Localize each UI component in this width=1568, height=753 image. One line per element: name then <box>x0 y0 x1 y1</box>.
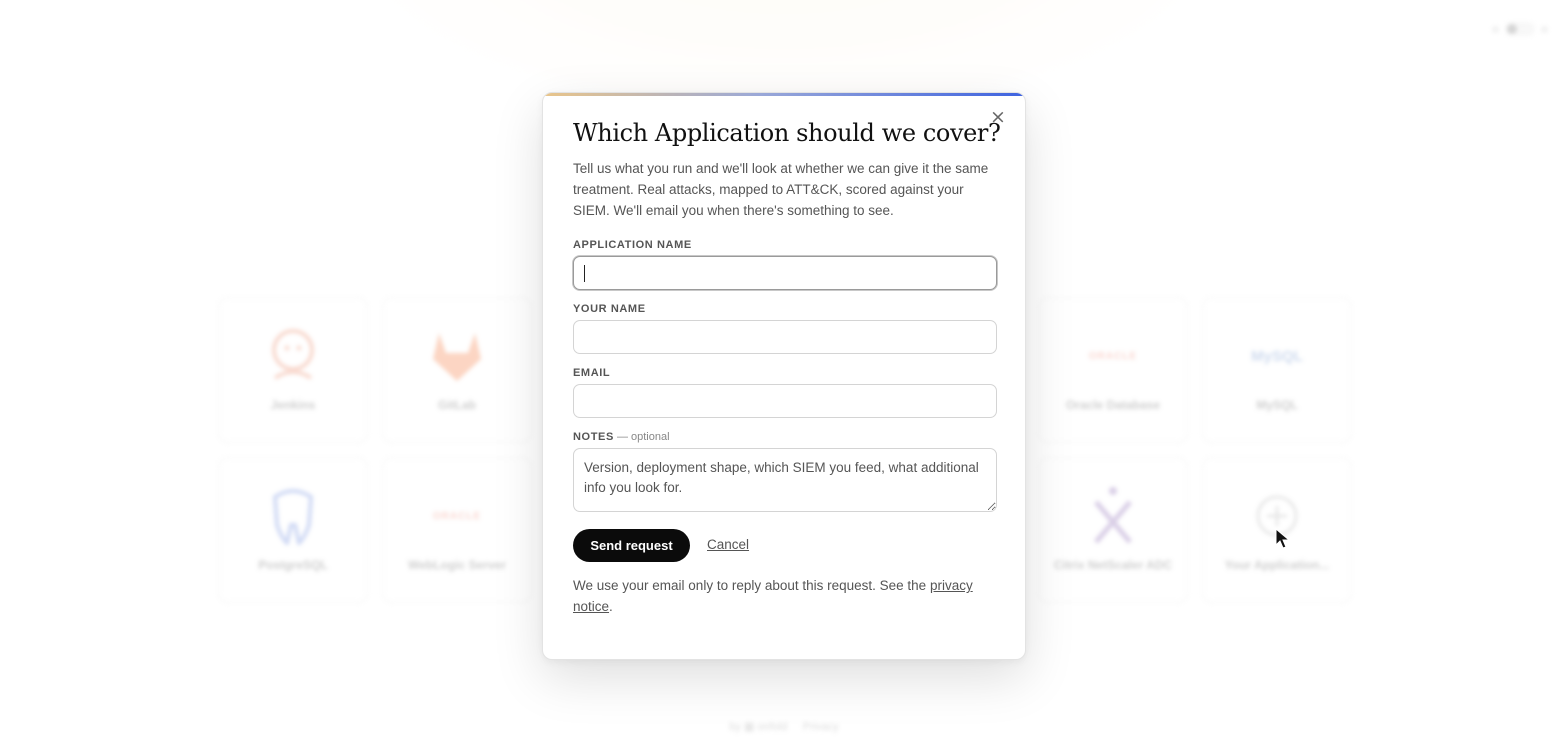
text-caret <box>584 265 585 282</box>
dialog-description: Tell us what you run and we'll look at w… <box>573 161 989 218</box>
email-label: EMAIL <box>573 367 611 379</box>
send-request-button[interactable]: Send request <box>573 529 690 562</box>
app-name-input[interactable] <box>573 256 997 290</box>
notes-textarea[interactable] <box>573 448 997 512</box>
app-name-label: APPLICATION NAME <box>573 239 692 251</box>
optional-hint: — optional <box>613 431 670 443</box>
notes-label-text: NOTES <box>573 431 614 443</box>
request-app-dialog: × Which Application should we cover? Tel… <box>542 92 1026 660</box>
mouse-cursor-icon <box>1275 528 1291 549</box>
privacy-footnote: We use your email only to reply about th… <box>573 578 973 614</box>
cancel-link[interactable]: Cancel <box>707 537 749 552</box>
email-input[interactable] <box>573 384 997 418</box>
your-name-label: YOUR NAME <box>573 303 646 315</box>
dialog-title: Which Application should we cover? <box>573 119 1001 147</box>
modal-accent-bar <box>543 93 1025 96</box>
notes-label: NOTES — optional <box>573 431 670 443</box>
your-name-input[interactable] <box>573 320 997 354</box>
